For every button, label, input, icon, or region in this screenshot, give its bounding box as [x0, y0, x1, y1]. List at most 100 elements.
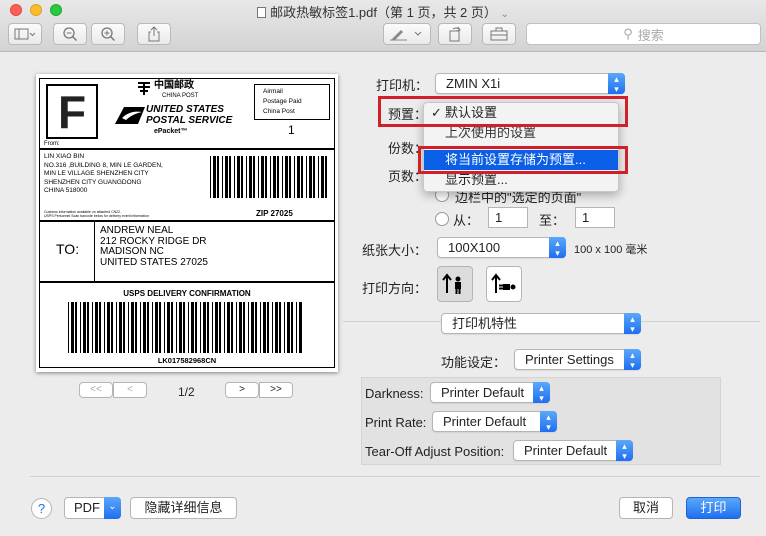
page-indicator: 1/2 — [178, 385, 195, 399]
first-page-button[interactable]: << — [79, 382, 113, 398]
print-rate-select[interactable]: Printer Default ▴ ▾ — [432, 411, 557, 432]
barcode-bar — [239, 302, 242, 353]
barcode-bar — [171, 302, 173, 353]
barcode-bar — [299, 302, 302, 353]
chevron-down-icon[interactable]: ⌄ — [501, 9, 509, 20]
barcode-bar — [176, 302, 177, 353]
hide-details-button[interactable]: 隐藏详细信息 — [130, 497, 237, 519]
window-title: 邮政热敏标签1.pdf（第 1 页，共 2 页） ⌄ — [0, 2, 766, 21]
barcode-bar — [164, 302, 165, 353]
print-dialog: F From: 中国邮政 CHINA POST UNITED STATES PO… — [0, 52, 766, 536]
barcode-bar — [306, 156, 307, 198]
feature-set-select[interactable]: Printer Settings ▴ ▾ — [514, 349, 641, 370]
pdf-file-icon — [257, 7, 267, 18]
barcode-bar — [263, 302, 266, 353]
title-bar: 邮政热敏标签1.pdf（第 1 页，共 2 页） ⌄ ⚲ 搜索 — [0, 0, 766, 52]
barcode-bar — [260, 302, 261, 353]
barcode-bar — [87, 302, 89, 353]
to-label: 至： — [539, 213, 566, 228]
service-letter: F — [46, 84, 98, 139]
barcode-bar — [203, 302, 206, 353]
landscape-button[interactable] — [486, 266, 522, 302]
barcode-bar — [275, 302, 278, 353]
tearoff-select[interactable]: Printer Default ▴ ▾ — [513, 440, 633, 461]
barcode-bar — [152, 302, 153, 353]
zoom-out-button[interactable] — [53, 23, 87, 45]
paper-size-value: 100X100 — [448, 240, 501, 255]
barcode-bar — [195, 302, 197, 353]
usps-line2: POSTAL SERVICE — [146, 115, 233, 126]
barcode-bar — [272, 302, 273, 353]
print-button[interactable]: 打印 — [686, 497, 741, 519]
barcode-bar — [99, 302, 101, 353]
share-button[interactable] — [137, 23, 171, 45]
toolbox-button[interactable] — [482, 23, 516, 45]
pdf-menu-button[interactable]: PDF ⌄ — [64, 497, 121, 519]
piece-count: 1 — [288, 123, 295, 137]
sidebar-icon — [14, 28, 36, 40]
barcode-bar — [285, 156, 288, 198]
barcode-bar — [217, 156, 219, 198]
darkness-select[interactable]: Printer Default ▴ ▾ — [430, 382, 550, 403]
sidebar-toggle-button[interactable] — [8, 23, 42, 45]
to-page-field[interactable]: 1 — [575, 207, 615, 228]
barcode-bar — [318, 156, 319, 198]
next-page-button[interactable]: > — [225, 382, 259, 398]
darkness-label: Darkness: — [365, 386, 424, 401]
tearoff-value: Printer Default — [524, 443, 608, 458]
barcode-bar — [241, 156, 243, 198]
barcode-bar — [155, 302, 158, 353]
barcode-bar — [294, 156, 295, 198]
previous-page-button[interactable]: < — [113, 382, 147, 398]
rotate-button[interactable] — [438, 23, 472, 45]
barcode-bar — [313, 156, 315, 198]
barcode-bar — [309, 156, 312, 198]
china-post-en: CHINA POST — [162, 93, 199, 99]
barcode-bar — [251, 302, 254, 353]
barcode-bar — [287, 302, 290, 353]
barcode-bar — [147, 302, 149, 353]
cancel-button[interactable]: 取消 — [619, 497, 673, 519]
epacket: ePacket™ — [154, 128, 188, 135]
annotation-box-save — [418, 146, 628, 174]
markup-button[interactable] — [383, 23, 431, 45]
last-page-button[interactable]: >> — [259, 382, 293, 398]
printer-label: 打印机： — [376, 78, 429, 93]
paper-size-select[interactable]: 100X100 ▴ ▾ — [437, 237, 566, 258]
paper-size-description: 100 x 100 毫米 — [574, 244, 648, 256]
updown-arrows-icon: ▴ ▾ — [624, 313, 641, 334]
portrait-button[interactable] — [437, 266, 473, 302]
barcode-bar — [68, 302, 69, 353]
barcode-bar — [229, 156, 231, 198]
barcode-bar — [183, 302, 185, 353]
search-icon: ⚲ — [623, 26, 633, 41]
feature-set-label: 功能设定： — [441, 355, 507, 370]
delivery-confirmation: USPS DELIVERY CONFIRMATION — [123, 289, 251, 298]
printer-select[interactable]: ZMIN X1i ▴ ▾ — [435, 73, 625, 94]
barcode-bar — [224, 302, 225, 353]
barcode-bar — [248, 302, 249, 353]
barcode-bar — [191, 302, 194, 353]
pen-icon — [390, 30, 422, 41]
barcode-bar — [213, 156, 216, 198]
barcode-bar — [225, 156, 228, 198]
feature-set-value: Printer Settings — [525, 352, 614, 367]
from-label: 从： — [453, 213, 480, 228]
from-page-field[interactable]: 1 — [488, 207, 528, 228]
search-field[interactable]: ⚲ 搜索 — [526, 23, 761, 45]
tracking-number: LK017582968CN — [157, 356, 217, 365]
pages-range-radio[interactable] — [435, 212, 449, 226]
barcode-bar — [210, 156, 211, 198]
zoom-in-button[interactable] — [91, 23, 125, 45]
barcode-bar — [167, 302, 170, 353]
to-label: TO: — [56, 241, 80, 257]
barcode-bar — [321, 156, 324, 198]
footer-separator — [30, 476, 760, 477]
barcode-bar — [212, 302, 213, 353]
rotate-icon — [449, 26, 461, 42]
help-button[interactable]: ? — [31, 498, 52, 519]
section-select[interactable]: 打印机特性 ▴ ▾ — [441, 313, 641, 334]
barcode-bar — [237, 156, 240, 198]
barcode-bar — [258, 156, 259, 198]
usps-line1: UNITED STATES — [146, 104, 224, 115]
